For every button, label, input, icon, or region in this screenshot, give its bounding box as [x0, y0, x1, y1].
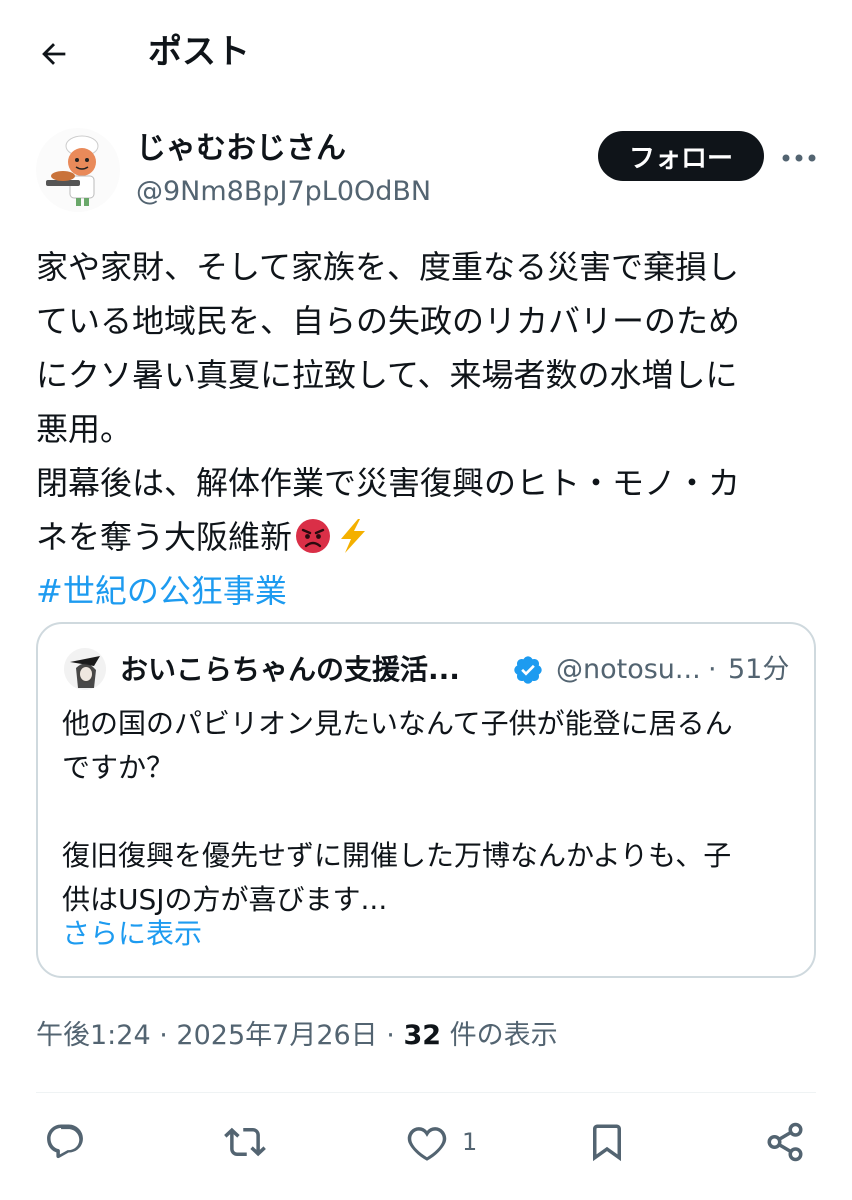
page-title: ポスト: [148, 32, 250, 72]
quoted-text-line: [62, 790, 802, 834]
quoted-avatar-icon: [64, 648, 106, 690]
reply-button[interactable]: [44, 1118, 86, 1166]
bookmark-button[interactable]: [586, 1118, 628, 1166]
quoted-timestamp: 51分: [728, 654, 790, 685]
reply-icon: [47, 1124, 83, 1159]
meta-separator: ·: [159, 1020, 168, 1051]
quoted-display-name: おいこらちゃんの支援活...: [120, 653, 460, 686]
like-count: 1: [462, 1128, 478, 1156]
quoted-avatar: [64, 648, 106, 690]
more-options-button[interactable]: [774, 136, 824, 180]
post-text-line: 悪用。: [36, 410, 133, 448]
repost-icon: [224, 1127, 266, 1157]
post-text-line: ている地域民を、自らの失政のリカバリーのため: [36, 302, 741, 340]
high-voltage-icon: [341, 519, 366, 553]
post-text-line: ネを奪う大阪維新: [36, 518, 293, 556]
share-icon: [767, 1122, 803, 1162]
post-text-line-with-emoji: ネを奪う大阪維新: [36, 510, 816, 564]
chef-avatar-icon: [36, 128, 120, 212]
post-text-line: 家や家財、そして家族を、度重なる災害で棄損し: [36, 248, 740, 286]
post-date[interactable]: 2025年7月26日: [176, 1020, 377, 1051]
post-time[interactable]: 午後1:24: [36, 1020, 151, 1051]
hashtag-link[interactable]: #世紀の公狂事業: [36, 564, 816, 618]
quoted-separator: ·: [708, 654, 717, 685]
quoted-handle: @notosu...: [556, 654, 701, 685]
like-button[interactable]: 1: [406, 1118, 477, 1166]
arrow-left-icon: [42, 43, 66, 65]
divider: [36, 1092, 816, 1093]
quoted-text-line: 他の国のパビリオン見たいなんて子供が能登に居るん: [62, 707, 733, 740]
repost-button[interactable]: [224, 1118, 266, 1166]
post-text: 家や家財、そして家族を、度重なる災害で棄損し ている地域民を、自らの失政のリカバ…: [36, 240, 816, 618]
quoted-text-line: ですか？: [62, 751, 175, 784]
share-button[interactable]: [764, 1118, 806, 1166]
avatar[interactable]: [36, 128, 120, 212]
meta-separator: ·: [386, 1020, 395, 1051]
quoted-text-line: 復旧復興を優先せずに開催した万博なんかよりも、子: [62, 839, 732, 872]
view-count: 32: [403, 1020, 442, 1051]
author-display-name[interactable]: じゃむおじさん: [136, 128, 346, 170]
view-count-label: 件の表示: [449, 1020, 558, 1051]
bookmark-icon: [593, 1124, 621, 1162]
verified-badge-icon: [512, 654, 544, 686]
back-button[interactable]: [28, 28, 80, 80]
more-horizontal-icon: [782, 154, 816, 162]
follow-button[interactable]: フォロー: [598, 131, 764, 181]
author-handle[interactable]: @9Nm8BpJ7pL0OdBN: [136, 172, 431, 212]
post-text-line: にクソ暑い真夏に拉致して、来場者数の水増しに: [36, 356, 738, 394]
angry-face-icon: [296, 519, 331, 553]
heart-icon: [407, 1127, 447, 1161]
quoted-text: 他の国のパビリオン見たいなんて子供が能登に居るん ですか？ 復旧復興を優先せずに…: [62, 702, 802, 922]
post-text-line: 閉幕後は、解体作業で災害復興のヒト・モノ・カ: [36, 464, 741, 502]
post-metadata: 午後1:24 · 2025年7月26日 · 32 件の表示: [36, 1014, 558, 1058]
show-more-link[interactable]: さらに表示: [62, 914, 202, 954]
